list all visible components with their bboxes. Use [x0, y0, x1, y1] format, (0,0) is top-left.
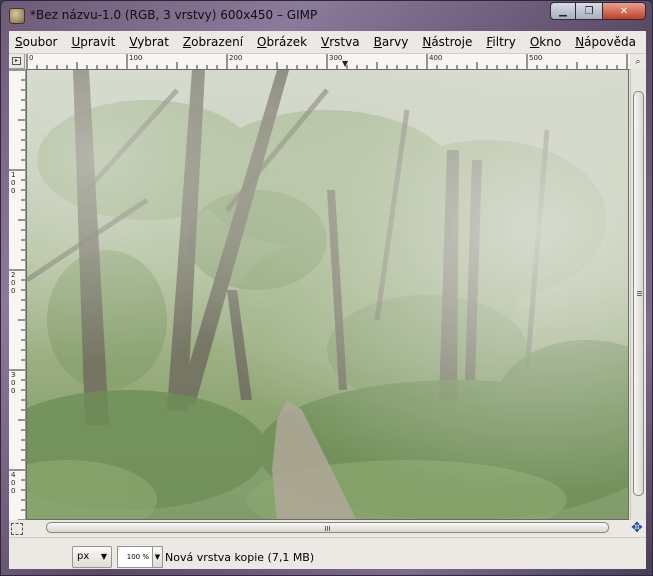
menu-label: pravit — [80, 35, 116, 49]
ruler-label: 0 — [29, 54, 34, 62]
menu-mnemonic: B — [373, 35, 382, 49]
image-window-client: Soubor Upravit Vybrat Zobrazení Obrázek Vrstv… — [9, 31, 646, 569]
ruler-label: 3 0 0 — [11, 371, 16, 395]
gimp-app-icon[interactable] — [9, 8, 25, 24]
zoom-dropdown-arrow-icon[interactable]: ▼ — [153, 546, 163, 568]
menu-arrow-icon: ▸ — [12, 57, 21, 65]
menu-mnemonic: N — [575, 35, 585, 49]
title-bar[interactable]: *Bez názvu-1.0 (RGB, 3 vrstvy) 600x450 –… — [1, 1, 652, 31]
unit-value: px — [77, 551, 90, 562]
quick-mask-toggle-icon[interactable] — [11, 523, 23, 535]
window-controls: ▁ ❐ ✕ — [550, 2, 646, 21]
menu-label: ápověda — [584, 35, 636, 49]
menu-item-10[interactable]: Nápověda — [568, 31, 643, 53]
menu-item-6[interactable]: Barvy — [367, 31, 416, 53]
ruler-label: 300 — [329, 54, 343, 62]
menu-item-8[interactable]: Filtry — [479, 31, 522, 53]
window-title: *Bez názvu-1.0 (RGB, 3 vrstvy) 600x450 –… — [30, 8, 318, 22]
vertical-scroll-thumb[interactable] — [633, 91, 644, 496]
menu-item-3[interactable]: Zobrazení — [176, 31, 250, 53]
ruler-label: 2 0 0 — [11, 271, 16, 295]
vertical-ruler[interactable]: 1 0 0 2 0 0 3 0 0 4 0 0 — [9, 69, 26, 520]
menu-mnemonic: U — [71, 35, 81, 49]
maximize-button[interactable]: ❐ — [576, 2, 602, 20]
menu-mnemonic: S — [15, 35, 23, 49]
horizontal-ruler[interactable]: 0 100 200 300 400 500 ▼ — [26, 54, 630, 70]
close-button[interactable]: ✕ — [602, 2, 646, 20]
unit-selector[interactable]: px ▼ — [72, 546, 112, 568]
menu-item-5[interactable]: Vrstva — [314, 31, 367, 53]
vertical-scrollbar[interactable] — [630, 69, 646, 520]
menu-mnemonic: Z — [182, 35, 192, 49]
menu-label: oubor — [22, 35, 58, 49]
menu-label: obrazení — [191, 35, 244, 49]
unit-dropdown-arrow-icon: ▼ — [100, 552, 107, 561]
ruler-pointer-icon: ▼ — [342, 59, 349, 68]
horizontal-scroll-thumb[interactable] — [46, 522, 609, 533]
menu-label: brázek — [266, 35, 308, 49]
menu-label: ybrat — [137, 35, 169, 49]
ruler-label: 4 0 0 — [11, 471, 16, 495]
forest-image — [27, 70, 628, 519]
horizontal-scrollbar[interactable] — [46, 521, 611, 535]
zoom-input[interactable]: 100 % — [117, 546, 153, 568]
menu-label: ástroje — [431, 35, 473, 49]
menu-item-7[interactable]: Nástroje — [415, 31, 479, 53]
menu-item-4[interactable]: Obrázek — [250, 31, 314, 53]
menu-item-2[interactable]: Vybrat — [122, 31, 176, 53]
gimp-window: *Bez názvu-1.0 (RGB, 3 vrstvy) 600x450 –… — [0, 0, 653, 576]
menu-item-1[interactable]: Upravit — [64, 31, 122, 53]
menu-bar: Soubor Upravit Vybrat Zobrazení Obrázek Vrstv… — [9, 31, 646, 54]
menu-label: arvy — [381, 35, 409, 49]
image-canvas[interactable] — [26, 69, 629, 520]
menu-label: iltry — [492, 35, 516, 49]
status-bar: px ▼ 100 % ▼ Nová vrstva kopie (7,1 MB) — [9, 537, 646, 570]
ruler-label: 400 — [429, 54, 443, 62]
ruler-label: 500 — [529, 54, 543, 62]
minimize-button[interactable]: ▁ — [550, 2, 576, 20]
ruler-label: 1 0 0 — [11, 171, 16, 195]
menu-item-0[interactable]: Soubor — [9, 31, 64, 53]
menu-mnemonic: O — [529, 35, 540, 49]
navigate-image-icon[interactable]: ✥ — [629, 520, 645, 536]
status-message: Nová vrstva kopie (7,1 MB) — [165, 551, 315, 564]
ruler-label: 200 — [229, 54, 243, 62]
zoom-image-when-window-resizes-icon[interactable]: ⌕ — [630, 54, 646, 69]
menu-mnemonic: N — [422, 35, 432, 49]
quick-mask-menu-button[interactable]: ▸ — [9, 54, 25, 69]
menu-label: kno — [539, 35, 562, 49]
menu-label: rstva — [329, 35, 360, 49]
ruler-label: 100 — [129, 54, 143, 62]
menu-item-9[interactable]: Okno — [523, 31, 568, 53]
